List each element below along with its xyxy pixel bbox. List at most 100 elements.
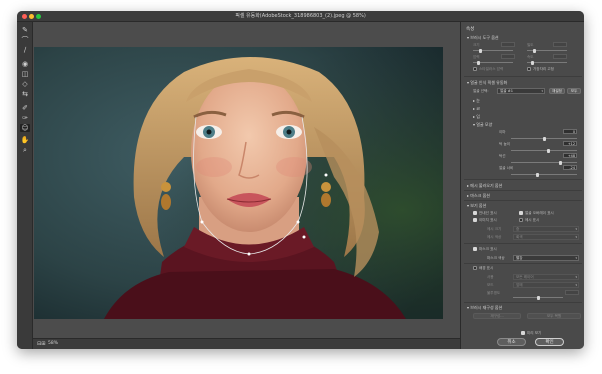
- mask-options-header[interactable]: ▸ 마스크 옵션: [467, 193, 490, 199]
- brush-rate-slider[interactable]: [527, 60, 567, 65]
- stylus-pressure-label: 스타일러스 압력: [479, 67, 504, 71]
- chevron-down-icon: ▾: [575, 275, 577, 279]
- push-left-tool-icon[interactable]: ⇆: [20, 90, 30, 98]
- forehead-value[interactable]: 0: [563, 129, 577, 134]
- show-mask-label: 마스크 표시: [479, 247, 497, 251]
- smooth-tool-icon[interactable]: ∕: [20, 46, 30, 54]
- face-width-value[interactable]: -24: [563, 165, 577, 170]
- brush-size-slider[interactable]: [473, 48, 513, 53]
- brush-reconstruct-header[interactable]: ▾ 브러시 재구성 옵션: [467, 305, 502, 311]
- backdrop-use-value: 모든 레이어: [516, 275, 534, 279]
- backdrop-opacity-slider[interactable]: [513, 295, 563, 300]
- brush-pressure-value[interactable]: [501, 54, 515, 59]
- stylus-pressure-checkbox[interactable]: [473, 67, 477, 71]
- brush-size-label: 크기: [473, 43, 480, 47]
- brush-pressure-slider[interactable]: [473, 60, 513, 65]
- pin-edges-label: 가장자리 고정: [533, 67, 554, 71]
- mesh-color-label: 메시 색상: [487, 235, 502, 239]
- eyes-section[interactable]: ▸ 눈: [473, 98, 480, 104]
- zoom-tool-icon[interactable]: ⌕: [20, 146, 30, 154]
- brush-density-label: 밀도: [527, 43, 534, 47]
- freeze-mask-tool-icon[interactable]: ✐: [20, 104, 30, 112]
- jawline-value[interactable]: +48: [563, 153, 577, 158]
- all-button[interactable]: 모두: [567, 88, 581, 94]
- load-mesh-header[interactable]: ▸ 메시 불러오기 옵션: [467, 183, 502, 189]
- mask-color-label: 마스크 색상: [487, 256, 505, 260]
- chevron-down-icon: ▾: [541, 89, 543, 93]
- show-mesh-label: 메시 표시: [525, 218, 540, 222]
- liquify-dialog: 픽셀 유동화(AdobeStock_318986803_(2).jpeg @ 5…: [17, 11, 584, 349]
- thaw-mask-tool-icon[interactable]: ✑: [20, 114, 30, 122]
- brush-density-value[interactable]: [553, 42, 567, 47]
- brush-options-label: 브러시 도구 옵션: [470, 35, 499, 40]
- cancel-button[interactable]: 취소: [497, 338, 526, 346]
- mouth-section[interactable]: ▸ 입: [473, 114, 480, 120]
- face-tool-icon[interactable]: ☺: [20, 124, 30, 132]
- preview-label: 미리 보기: [527, 331, 542, 335]
- panel-title: 속성: [466, 27, 475, 32]
- mesh-size-value: 중: [516, 227, 520, 231]
- brush-density-slider[interactable]: [527, 48, 567, 53]
- face-shape-section[interactable]: ▾ 얼굴 모양: [473, 122, 492, 128]
- forehead-label: 이마: [499, 130, 506, 134]
- backdrop-mode-dropdown[interactable]: 앞에 ▾: [513, 282, 579, 288]
- mesh-color-dropdown[interactable]: 회색 ▾: [513, 234, 579, 240]
- tool-bar: ✎ ⌒ ∕ ◉ ◫ ◇ ⇆ ✐ ✑ ☺ ✋ ⌕: [17, 22, 33, 349]
- bloat-tool-icon[interactable]: ◇: [20, 80, 30, 88]
- twirl-tool-icon[interactable]: ◉: [20, 60, 30, 68]
- load-mesh-label: 메시 불러오기 옵션: [470, 183, 503, 188]
- select-face-dropdown[interactable]: 얼굴 #1 ▾: [497, 88, 545, 94]
- jaw-height-slider[interactable]: [511, 148, 577, 153]
- show-mask-checkbox[interactable]: [473, 247, 477, 251]
- preview-checkbox[interactable]: [521, 331, 525, 335]
- show-mesh-checkbox[interactable]: [519, 218, 523, 222]
- pucker-tool-icon[interactable]: ◫: [20, 70, 30, 78]
- preview-canvas[interactable]: [33, 22, 460, 338]
- show-face-overlay-checkbox[interactable]: [519, 211, 523, 215]
- mask-color-dropdown[interactable]: 빨강 ▾: [513, 255, 579, 261]
- mask-color-value: 빨강: [516, 256, 523, 260]
- backdrop-use-dropdown[interactable]: 모든 레이어 ▾: [513, 274, 579, 280]
- nose-section[interactable]: ▸ 코: [473, 106, 480, 112]
- brush-size-value[interactable]: [501, 42, 515, 47]
- forward-warp-tool-icon[interactable]: ✎: [20, 26, 30, 34]
- backdrop-use-label: 사용: [487, 275, 494, 279]
- mesh-size-dropdown[interactable]: 중 ▾: [513, 226, 579, 232]
- divider: [464, 200, 582, 201]
- select-face-value: 얼굴 #1: [500, 89, 514, 93]
- chevron-down-icon: ▾: [575, 235, 577, 239]
- show-guides-checkbox[interactable]: [473, 211, 477, 215]
- reconstruct-button[interactable]: 재구성...: [473, 313, 521, 319]
- chevron-down-icon: ▾: [575, 256, 577, 260]
- jaw-height-value[interactable]: +12: [563, 141, 577, 146]
- view-options-header[interactable]: ▾ 보기 옵션: [467, 203, 486, 209]
- show-backdrop-checkbox[interactable]: [473, 266, 477, 270]
- reconstruct-tool-icon[interactable]: ⌒: [20, 36, 30, 44]
- select-face-label: 얼굴 선택:: [473, 89, 489, 93]
- zoom-level[interactable]: 58%: [48, 341, 58, 346]
- brush-rate-value[interactable]: [553, 54, 567, 59]
- portrait-photo[interactable]: [34, 47, 443, 319]
- divider: [464, 302, 582, 303]
- show-guides-label: 안내선 표시: [479, 211, 497, 215]
- jawline-slider[interactable]: [511, 160, 577, 165]
- brush-options-header[interactable]: ▾ 브러시 도구 옵션: [467, 35, 499, 41]
- forehead-slider[interactable]: [511, 136, 577, 141]
- show-image-checkbox[interactable]: [473, 218, 477, 222]
- show-image-label: 이미지 표시: [479, 218, 497, 222]
- ok-button[interactable]: 확인: [535, 338, 564, 346]
- properties-panel: 속성 ▾ 브러시 도구 옵션 크기 밀도 압력 속도 스타일러스 압력 가장자리…: [460, 22, 584, 349]
- reset-button[interactable]: 재설정: [549, 88, 565, 94]
- face-shape-label: 얼굴 모양: [476, 122, 493, 127]
- zoom-stepper-icon[interactable]: ⊟⊞: [37, 341, 45, 347]
- face-aware-header[interactable]: ▾ 얼굴 인식 픽셀 유동화: [467, 80, 507, 86]
- divider: [464, 190, 582, 191]
- pin-edges-checkbox[interactable]: [527, 67, 531, 71]
- face-width-label: 얼굴 너비: [499, 166, 514, 170]
- face-width-slider[interactable]: [511, 172, 577, 177]
- brush-reconstruct-label: 브러시 재구성 옵션: [470, 305, 503, 310]
- show-backdrop-label: 배경 표시: [479, 266, 494, 270]
- restore-all-button[interactable]: 모두 복원: [527, 313, 581, 319]
- backdrop-opacity-value[interactable]: [565, 290, 579, 295]
- hand-tool-icon[interactable]: ✋: [20, 136, 30, 144]
